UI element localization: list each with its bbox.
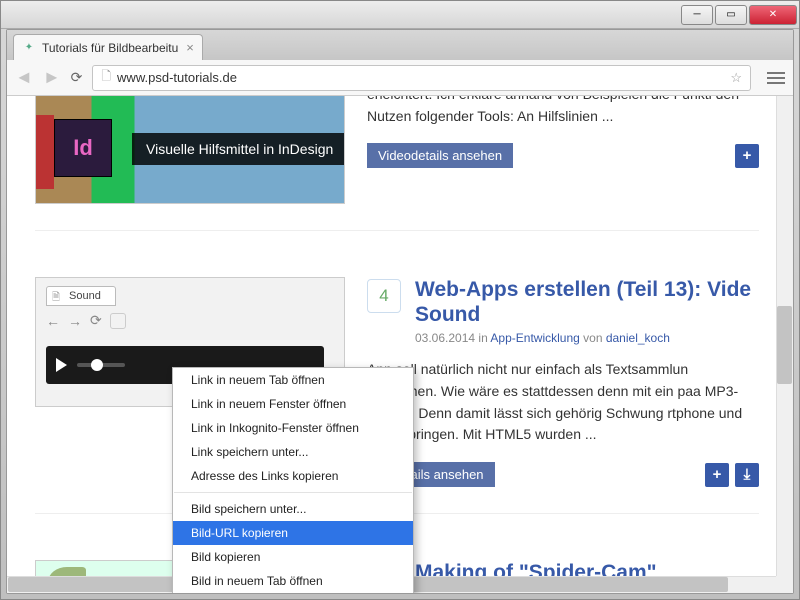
article-card: Id Visuelle Hilfsmittel in InDesign erle… [35, 96, 759, 231]
magazine-label [36, 115, 54, 189]
bookmark-star-icon[interactable]: ☆ [730, 70, 742, 86]
context-menu-item[interactable]: Bild-URL kopieren [173, 521, 413, 545]
date-badge: 4 [367, 279, 401, 313]
mini-nav-icons: ←→⟳ [46, 312, 126, 329]
context-menu-item[interactable]: Adresse des Links kopieren [173, 464, 413, 488]
context-menu-item[interactable]: Bild speichern unter... [173, 497, 413, 521]
add-button[interactable]: + [705, 463, 729, 487]
tab-strip: ✦ Tutorials für Bildbearbeitu × [7, 30, 793, 60]
context-menu-item[interactable]: Link speichern unter... [173, 440, 413, 464]
forward-button[interactable]: ► [43, 67, 61, 88]
scroll-corner [776, 576, 793, 593]
window-maximize-button[interactable]: ▭ [715, 5, 747, 25]
globe-icon: 🗋 [101, 67, 111, 88]
play-icon [56, 358, 67, 372]
video-details-button[interactable]: Videodetails ansehen [367, 143, 513, 168]
vertical-scrollbar[interactable] [776, 96, 793, 576]
page-viewport: Id Visuelle Hilfsmittel in InDesign erle… [7, 96, 793, 593]
volume-slider [77, 363, 125, 367]
window-minimize-button[interactable]: ─ [681, 5, 713, 25]
article-excerpt: erleichtert. Ich erkläre anhand von Beis… [367, 96, 759, 127]
hamburger-menu-button[interactable] [767, 72, 785, 84]
tab-title: Tutorials für Bildbearbeitu [42, 41, 178, 55]
download-button[interactable]: ⤓ [735, 463, 759, 487]
favicon-icon: ✦ [22, 41, 36, 55]
context-menu-item[interactable]: Link in neuem Fenster öffnen [173, 392, 413, 416]
article-title[interactable]: Web-Apps erstellen (Teil 13): Vide Sound [415, 277, 759, 327]
mini-browser-tab: Sound [46, 286, 116, 306]
browser-window: ✦ Tutorials für Bildbearbeitu × ◄ ► ⟳ 🗋 … [6, 29, 794, 594]
thumbnail-overlay-title: Visuelle Hilfsmittel in InDesign [132, 133, 344, 165]
context-menu-item[interactable]: Link in Inkognito-Fenster öffnen [173, 416, 413, 440]
window-titlebar: ─ ▭ ✕ [1, 1, 799, 29]
context-menu-item[interactable]: Link in neuem Tab öffnen [173, 368, 413, 392]
browser-tab[interactable]: ✦ Tutorials für Bildbearbeitu × [13, 34, 203, 60]
article-thumbnail[interactable]: Id Visuelle Hilfsmittel in InDesign [35, 96, 345, 204]
article-excerpt: App soll natürlich nicht nur einfach als… [367, 359, 759, 446]
add-button[interactable]: + [735, 144, 759, 168]
url-text: www.psd-tutorials.de [117, 70, 237, 85]
category-link[interactable]: App-Entwicklung [490, 331, 579, 345]
back-button[interactable]: ◄ [15, 67, 33, 88]
article-meta: 03.06.2014 in App-Entwicklung von daniel… [415, 331, 759, 345]
indesign-icon: Id [54, 119, 112, 177]
scrollbar-thumb[interactable] [777, 306, 792, 384]
author-link[interactable]: daniel_koch [606, 331, 670, 345]
context-menu-item[interactable]: Bild in neuem Tab öffnen [173, 569, 413, 593]
address-bar[interactable]: 🗋 www.psd-tutorials.de ☆ [92, 65, 751, 91]
reload-button[interactable]: ⟳ [71, 69, 83, 86]
context-menu: Link in neuem Tab öffnenLink in neuem Fe… [172, 367, 414, 593]
context-menu-item[interactable]: Bild kopieren [173, 545, 413, 569]
navigation-bar: ◄ ► ⟳ 🗋 www.psd-tutorials.de ☆ [7, 60, 793, 96]
window-close-button[interactable]: ✕ [749, 5, 797, 25]
tab-close-icon[interactable]: × [186, 40, 194, 55]
